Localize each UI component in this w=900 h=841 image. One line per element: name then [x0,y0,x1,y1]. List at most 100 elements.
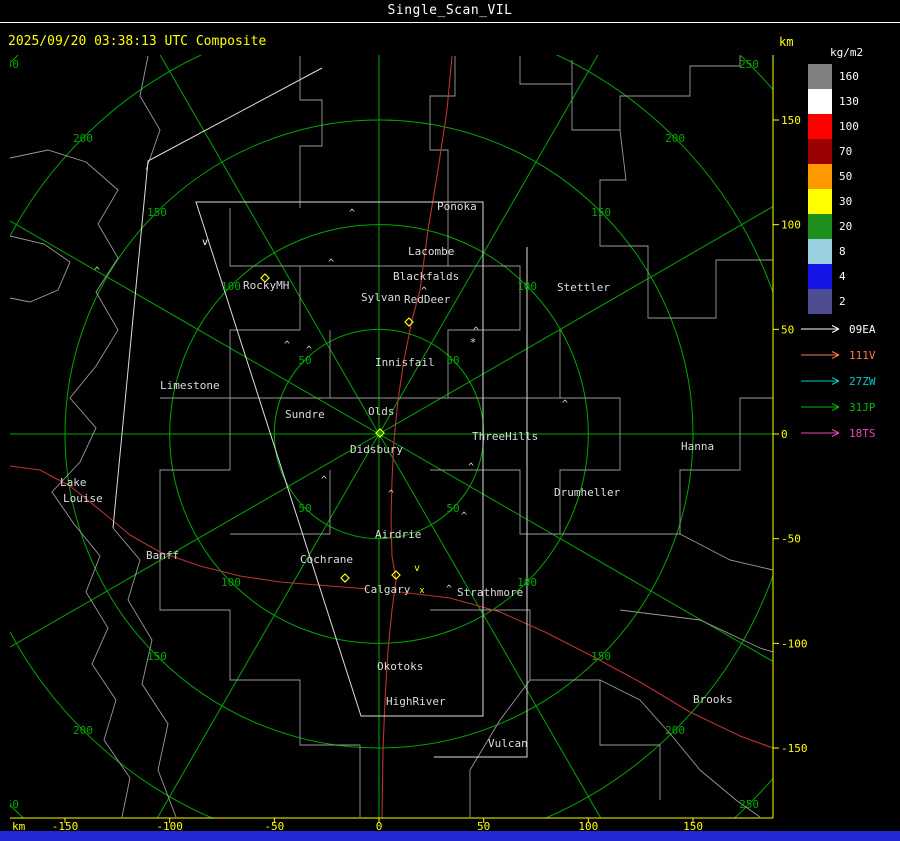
color-scale-value: 50 [839,170,853,183]
color-scale-value: 2 [839,295,846,308]
ring-distance-label: 150 [147,650,167,663]
color-scale-row: 130 [808,89,863,114]
radar-map[interactable]: 50 5050 50100 100100 100150 150150 150200 20020… [0,0,900,841]
city-label: Stettler [557,281,610,294]
city-label: HighRiver [386,695,446,708]
color-scale-rows: 160 130 100 70 50 30 20 8 4 2 [808,64,863,314]
city-label: Blackfalds [393,270,459,283]
color-scale-row: 50 [808,164,863,189]
ring-distance-label: 100 [221,280,241,293]
radar-site-18TS[interactable]: 18TS [799,420,876,446]
vee-marker-icon: v [414,563,420,574]
radar-arrow-icon [801,403,840,411]
radar-site-legend: 09EA 111V 27ZW 31JP 18TS [799,316,876,446]
color-swatch [808,89,832,114]
city-label: Sundre [285,408,325,421]
color-scale-row: 2 [808,289,863,314]
color-swatch [808,114,832,139]
color-swatch [808,189,832,214]
map-layers: 50 5050 50100 100100 100150 150150 150200 20020… [0,55,773,818]
color-scale-unit: kg/m2 [830,46,864,59]
city-label: Ponoka [437,200,477,213]
radar-site-31JP[interactable]: 31JP [799,394,876,420]
county-boundary [571,56,741,131]
ring-distance-label: 150 [591,650,611,663]
ring-distance-label: 200 [73,132,93,145]
radar-site-id: 09EA [849,322,876,336]
radar-arrow-icon [801,351,840,359]
county-boundary [10,235,71,303]
color-swatch [808,139,832,164]
color-scale-row: 4 [808,264,863,289]
city-label: Limestone [160,379,220,392]
county-boundary [230,470,331,535]
right-axis-tick-label: -100 [781,637,808,650]
color-scale-value: 130 [839,95,859,108]
radar-site-27ZW[interactable]: 27ZW [799,368,876,394]
ring-distance-label: 50 [446,502,459,515]
color-swatch [808,64,832,89]
county-boundary [139,55,161,171]
vee-marker-icon: v [202,237,208,248]
radar-arrow-icon [801,429,840,437]
ring-distance-label: 200 [665,724,685,737]
ring-distance-label: 100 [517,280,537,293]
ring-distance-label: 150 [147,206,167,219]
radar-site-id: 18TS [849,426,876,440]
city-label: Didsbury [350,443,403,456]
city-label: Lake [60,476,87,489]
caret-marker-icon: ^ [94,266,100,277]
color-scale-value: 70 [839,145,853,158]
right-axis-tick-label: 100 [781,219,801,232]
city-label: Lacombe [408,245,454,258]
taskbar [0,831,900,841]
radar-site-id: 111V [849,348,876,362]
ring-distance-label: 250 [0,58,19,71]
city-label: RedDeer [404,293,451,306]
asterisk-marker-icon: * [470,336,477,349]
color-swatch [808,264,832,289]
city-label: Olds [368,405,395,418]
color-scale-value: 100 [839,120,859,133]
city-marker-diamond-icon [340,573,350,583]
county-boundary [559,330,621,534]
right-axis-tick-label: 150 [781,114,801,127]
radar-arrow-icon [801,325,840,333]
color-scale-value: 20 [839,220,853,233]
right-axis-tick-label: 0 [781,428,788,441]
ring-distance-label: 250 [0,798,19,811]
city-label: Calgary [364,583,411,596]
color-scale-row: 160 [808,64,863,89]
county-boundary [620,397,773,535]
color-scale-row: 30 [808,189,863,214]
caret-marker-icon: ^ [284,340,290,351]
color-scale-value: 160 [839,70,859,83]
county-boundary [112,527,177,818]
caret-marker-icon: ^ [349,208,355,219]
city-label: Hanna [681,440,714,453]
city-label: RockyMH [243,279,289,292]
caret-marker-icon: ^ [446,584,452,595]
ring-distance-label: 100 [221,576,241,589]
city-label: Innisfail [375,356,435,369]
county-boundary [599,129,773,319]
county-boundary [599,679,761,818]
ring-distance-label: 250 [739,58,759,71]
color-scale-value: 8 [839,245,846,258]
city-label: Brooks [693,693,733,706]
caret-marker-icon: ^ [461,511,467,522]
city-label: Airdrie [375,528,421,541]
x-marker-icon: x [419,586,425,596]
city-label: Louise [63,492,103,505]
ring-distance-label: 50 [446,354,459,367]
radar-site-09EA[interactable]: 09EA [799,316,876,342]
city-label: Cochrane [300,553,353,566]
color-scale-legend: kg/m2 160 130 100 70 50 30 20 8 4 2 [808,46,863,314]
county-boundary [679,533,773,571]
city-label: ThreeHills [472,430,538,443]
color-swatch [808,239,832,264]
radar-site-111V[interactable]: 111V [799,342,876,368]
ring-distance-label: 200 [665,132,685,145]
color-swatch [808,214,832,239]
color-swatch [808,289,832,314]
